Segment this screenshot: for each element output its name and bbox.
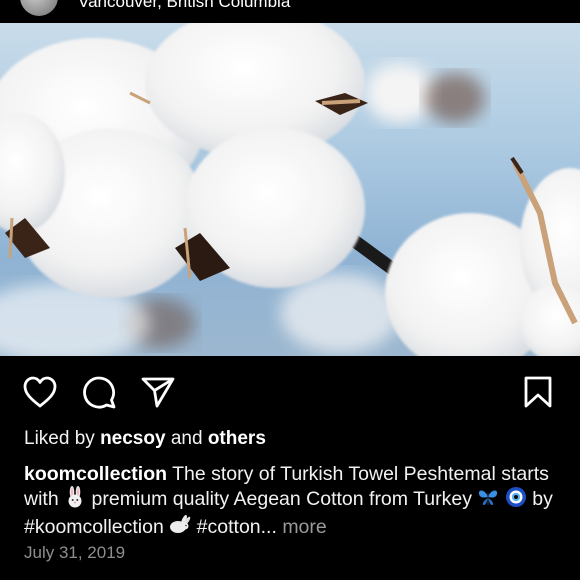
likes-prefix: Liked by [24, 428, 95, 449]
comment-button[interactable] [79, 372, 119, 412]
butterfly-emoji-icon [477, 486, 499, 514]
like-button[interactable] [20, 372, 60, 412]
cotton-photo-illustration [0, 23, 580, 356]
post-actions [0, 372, 580, 412]
bookmark-icon [524, 376, 552, 408]
post-date: July 31, 2019 [24, 543, 126, 562]
liked-by-user[interactable]: necsoy [100, 428, 165, 449]
caption-text-4[interactable]: #cotton... [197, 516, 277, 538]
share-button[interactable] [138, 372, 178, 412]
post-location[interactable]: Vancouver, British Columbia [78, 0, 290, 12]
save-button[interactable] [518, 372, 558, 412]
caption-text-2: premium quality Aegean Cotton from Turke… [91, 488, 472, 510]
rabbit-emoji-icon [169, 514, 191, 542]
caption-username[interactable]: koomcollection [24, 463, 167, 485]
avatar[interactable] [20, 0, 58, 16]
liked-by-others[interactable]: others [208, 428, 266, 449]
post-header: Vancouver, British Columbia [0, 0, 580, 22]
nazar-amulet-emoji-icon [505, 486, 527, 514]
rabbit-emoji-icon [64, 486, 86, 514]
heart-outline-icon [23, 376, 57, 408]
likes-summary[interactable]: Liked by necsoy and others [24, 428, 266, 450]
caption-more-link[interactable]: more [282, 516, 326, 538]
post-caption: koomcollection The story of Turkish Towe… [24, 462, 564, 542]
paper-plane-icon [141, 377, 175, 408]
post-photo[interactable] [0, 23, 580, 356]
likes-joiner: and [170, 428, 203, 449]
comment-bubble-icon [83, 376, 116, 409]
